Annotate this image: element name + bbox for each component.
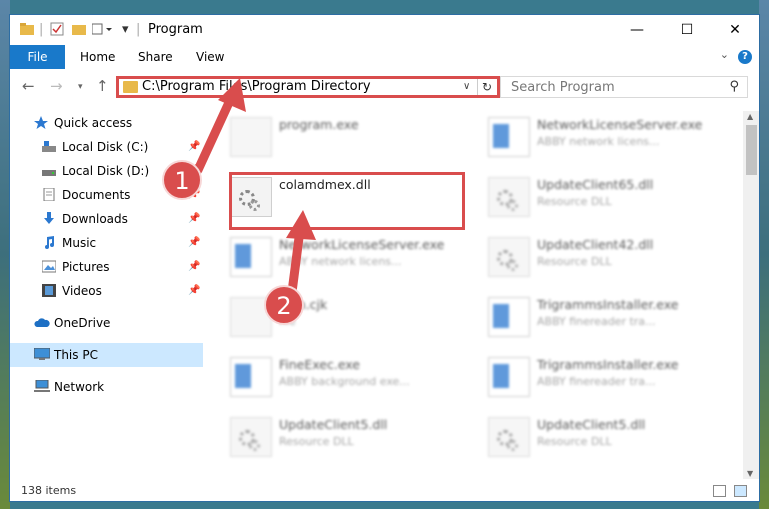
step-badge-1: 1 [162, 160, 202, 200]
step-badge-2: 2 [264, 285, 304, 325]
arrow-1 [193, 78, 246, 175]
instruction-arrows [193, 78, 316, 297]
arrow-2 [286, 210, 316, 297]
